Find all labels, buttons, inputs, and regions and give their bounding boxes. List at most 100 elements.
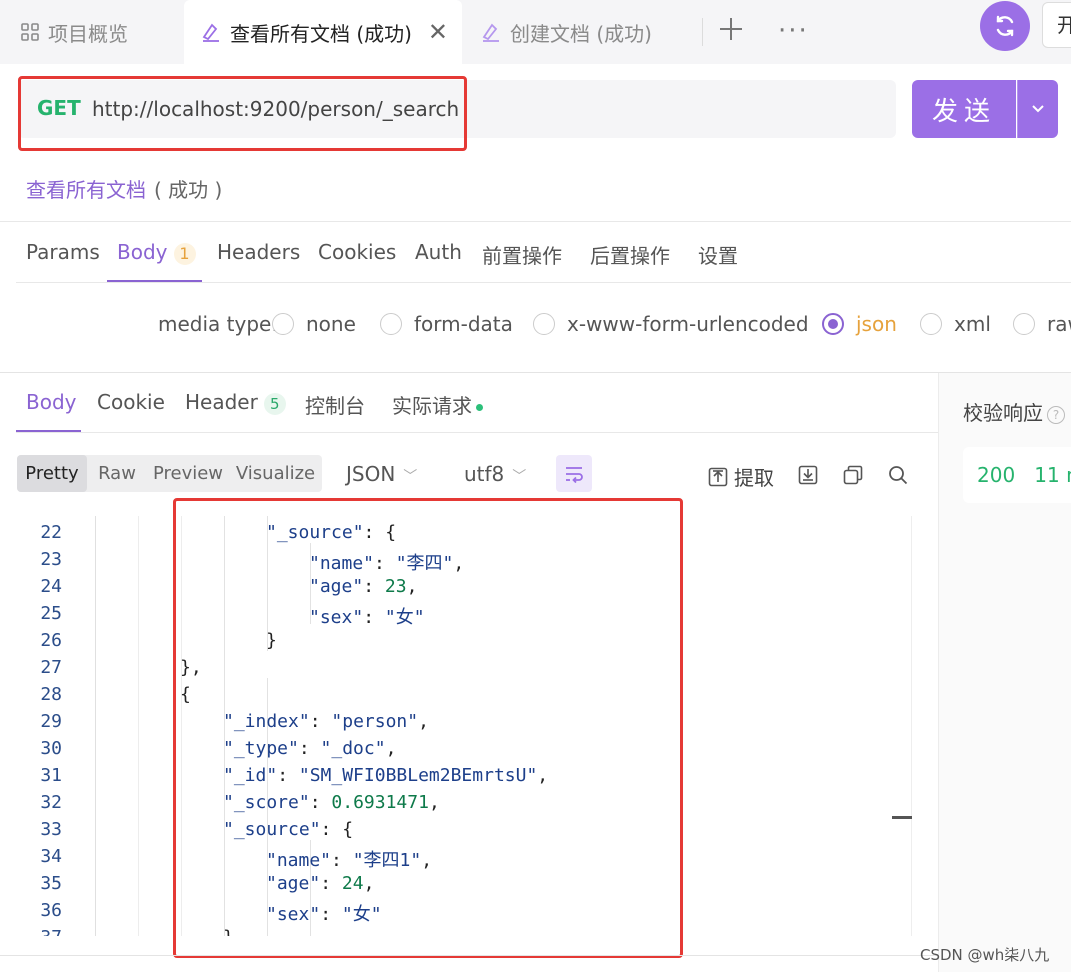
download-icon[interactable] [796, 463, 820, 487]
tab-pre-actions[interactable]: 前置操作 [482, 240, 562, 269]
line-number: 23 [40, 549, 62, 570]
line-number: 22 [40, 522, 62, 543]
url-bar: GET [18, 80, 896, 138]
tab-params[interactable]: Params [26, 240, 100, 264]
line-number: 28 [40, 684, 62, 705]
open-label: 开 [1057, 13, 1071, 37]
doc-title-link[interactable]: 查看所有文档 [26, 174, 146, 203]
media-option-raw[interactable]: raw [1013, 312, 1071, 336]
resp-tab-cookie[interactable]: Cookie [97, 390, 165, 414]
code-line: "age": 23, [309, 576, 418, 597]
radio[interactable] [272, 313, 294, 335]
verify-values: 200 11 m [977, 463, 1071, 487]
line-number: 35 [40, 873, 62, 894]
sync-button[interactable] [980, 1, 1030, 51]
line-number: 27 [40, 657, 62, 678]
tab-auth[interactable]: Auth [415, 240, 462, 264]
media-option-none[interactable]: none [272, 312, 356, 336]
line-number: 29 [40, 711, 62, 732]
option-label: raw [1047, 312, 1071, 336]
tab-post-actions[interactable]: 后置操作 [590, 240, 670, 269]
tab-label: 项目概览 [48, 21, 128, 46]
format-select[interactable]: JSON ﹀ [346, 462, 417, 486]
view-preview[interactable]: Preview [147, 455, 229, 492]
resp-tab-actual-request[interactable]: 实际请求 [392, 390, 483, 419]
encoding-value: utf8 [464, 462, 505, 486]
grid-icon [20, 22, 40, 42]
tab-label: 创建文档 (成功) [510, 21, 652, 46]
resp-tab-body[interactable]: Body [26, 390, 77, 414]
send-button[interactable]: 发送 [912, 80, 1016, 138]
radio[interactable] [380, 313, 402, 335]
tab-create-doc[interactable]: 创建文档 (成功) [480, 0, 652, 64]
plus-icon [720, 18, 742, 40]
request-icon [480, 21, 502, 43]
chevron-down-icon: ﹀ [512, 469, 527, 485]
radio[interactable] [920, 313, 942, 335]
add-tab-button[interactable] [718, 14, 744, 48]
resp-tab-actual-label: 实际请求 [392, 394, 472, 418]
copy-icon[interactable] [841, 463, 865, 487]
line-number: 25 [40, 603, 62, 624]
view-pretty[interactable]: Pretty [17, 455, 87, 492]
line-number: 32 [40, 792, 62, 813]
tab-settings[interactable]: 设置 [698, 240, 738, 269]
view-visualize[interactable]: Visualize [229, 455, 322, 492]
divider [702, 18, 703, 46]
tab-headers[interactable]: Headers [217, 240, 300, 264]
resp-tab-console[interactable]: 控制台 [305, 390, 365, 419]
tab-project-overview[interactable]: 项目概览 [20, 0, 128, 64]
media-option-json[interactable]: json [822, 312, 897, 336]
code-line: "sex": "女" [266, 904, 382, 925]
code-line: "name": "李四1", [266, 850, 433, 871]
media-option-xml[interactable]: xml [920, 312, 991, 336]
radio[interactable] [533, 313, 555, 335]
watermark: CSDN @wh柒八九 [920, 946, 1050, 964]
tab-body[interactable]: Body 1 [117, 240, 196, 265]
tab-body-label: Body [117, 240, 168, 264]
search-icon[interactable] [886, 463, 910, 487]
tab-label: 查看所有文档 (成功) [230, 21, 412, 46]
help-icon[interactable]: ? [1047, 405, 1065, 424]
scrollbar-track[interactable] [911, 516, 912, 936]
media-type-label: media type: [158, 312, 279, 336]
radio-selected[interactable] [822, 313, 844, 335]
code-line: "name": "李四", [309, 553, 465, 574]
media-option-form-data[interactable]: form-data [380, 312, 513, 336]
wrap-icon [566, 466, 583, 483]
response-code-view[interactable]: 22 "_source": { 23 "name": "李四", 24 "age": 23… [18, 516, 912, 936]
tab-cookies[interactable]: Cookies [318, 240, 396, 264]
option-label: x-www-form-urlencoded [567, 312, 809, 336]
more-tabs-button[interactable]: ··· [778, 14, 809, 48]
verify-title: 校验响应? [963, 397, 1065, 426]
verify-panel: 校验响应? 200 11 m [938, 373, 1071, 972]
view-raw[interactable]: Raw [87, 455, 147, 492]
indent-guide [138, 516, 139, 936]
url-input[interactable] [92, 94, 872, 124]
close-icon[interactable]: ✕ [428, 18, 448, 46]
radio[interactable] [1013, 313, 1035, 335]
extract-button[interactable]: 提取 [708, 462, 774, 491]
media-option-urlencoded[interactable]: x-www-form-urlencoded [533, 312, 809, 336]
divider [0, 955, 938, 956]
open-button[interactable]: 开 [1042, 2, 1071, 48]
code-line: }, [180, 657, 202, 678]
code-line: "_source": { [223, 819, 354, 840]
resp-tab-header[interactable]: Header 5 [185, 390, 286, 415]
option-label: xml [954, 312, 991, 336]
word-wrap-button[interactable] [556, 455, 592, 492]
encoding-select[interactable]: utf8 ﹀ [464, 462, 526, 486]
send-options-button[interactable] [1017, 80, 1058, 138]
header-count-badge: 5 [263, 393, 286, 415]
line-number: 37 [18, 927, 62, 936]
status-code: 200 [977, 463, 1016, 487]
line-number: 24 [40, 576, 62, 597]
view-mode-switch: Pretty Raw Preview Visualize [17, 455, 322, 492]
option-label: json [856, 312, 897, 336]
option-label: form-data [414, 312, 513, 336]
method-select[interactable]: GET [37, 96, 81, 120]
indent-guide [181, 516, 182, 936]
tab-view-all-docs[interactable]: 查看所有文档 (成功) ✕ [184, 0, 462, 64]
scrollbar-thumb[interactable] [892, 816, 912, 819]
code-line: } [266, 630, 277, 651]
